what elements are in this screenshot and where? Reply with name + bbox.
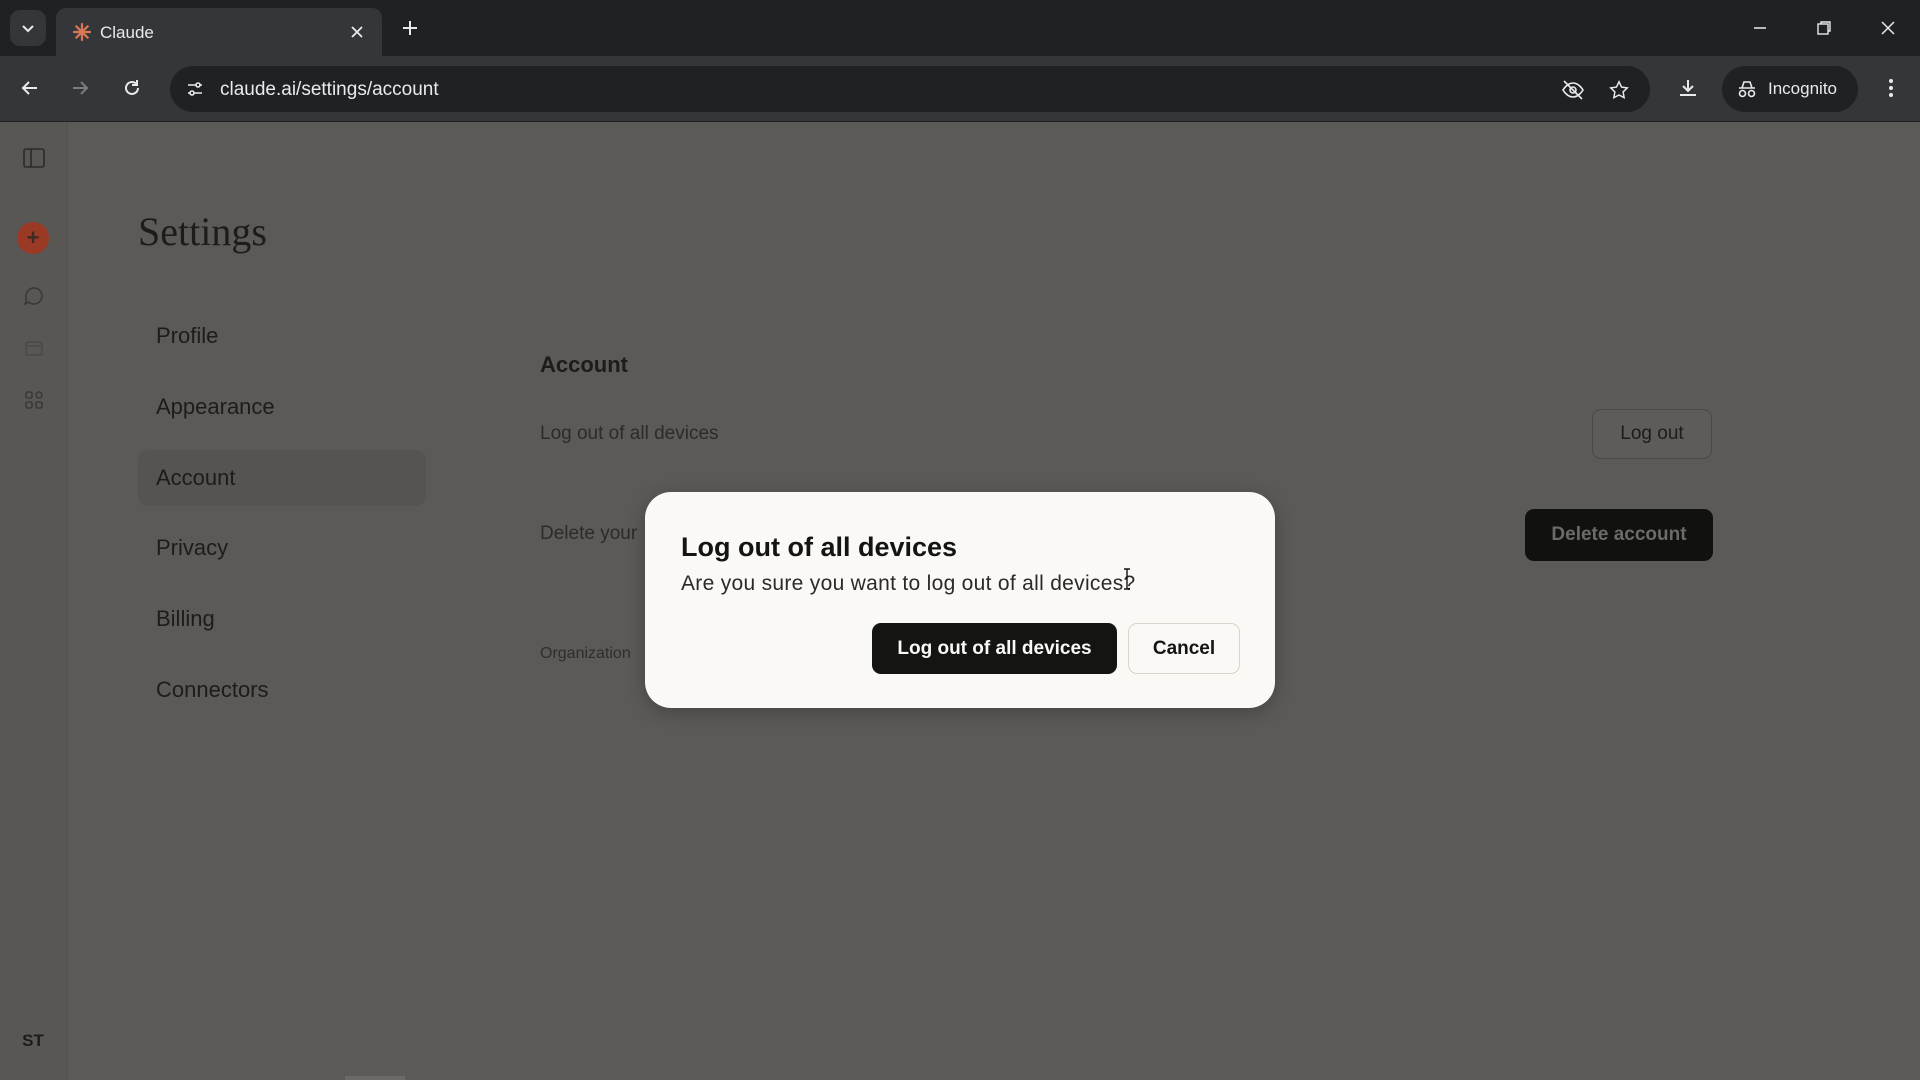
download-icon <box>1680 80 1696 96</box>
minimize-button[interactable] <box>1740 10 1780 46</box>
projects-button[interactable] <box>18 332 50 364</box>
forward-button[interactable] <box>62 70 98 106</box>
nav-item-billing[interactable]: Billing <box>138 591 426 647</box>
section-title: Account <box>540 352 628 377</box>
nav-item-account[interactable]: Account <box>138 450 426 506</box>
site-info-button[interactable] <box>180 74 210 104</box>
nav-item-connectors[interactable]: Connectors <box>138 662 426 718</box>
close-icon <box>1881 21 1895 35</box>
nav-item-profile[interactable]: Profile <box>138 308 426 364</box>
confirm-logout-all-button[interactable]: Log out of all devices <box>872 623 1117 674</box>
star-icon <box>1609 80 1629 99</box>
reload-icon <box>125 80 139 95</box>
new-chat-button[interactable]: + <box>17 222 49 254</box>
downloads-button[interactable] <box>1670 70 1706 106</box>
address-bar[interactable]: claude.ai/settings/account <box>170 66 1650 112</box>
logout-all-label: Log out of all devices <box>540 423 719 444</box>
artifacts-button[interactable] <box>18 384 50 416</box>
arrow-left-icon <box>21 81 37 95</box>
minimize-icon <box>1754 27 1766 29</box>
arrow-right-icon <box>73 81 89 95</box>
chat-icon <box>23 287 43 306</box>
delete-account-label: Delete your <box>540 523 638 544</box>
tab-close-button[interactable] <box>346 21 368 43</box>
chevron-down-icon <box>22 25 34 33</box>
text-cursor-icon <box>1124 568 1130 590</box>
delete-account-button[interactable]: Delete account <box>1525 509 1713 561</box>
sidebar-icon <box>23 148 45 168</box>
bookmark-button[interactable] <box>1604 75 1634 105</box>
organization-label: Organization <box>540 645 631 662</box>
browser-tab-bar: Claude <box>0 0 1920 56</box>
reload-button[interactable] <box>114 70 150 106</box>
window-close-button[interactable] <box>1868 10 1908 46</box>
folder-icon <box>25 341 43 356</box>
back-button[interactable] <box>12 70 48 106</box>
browser-toolbar: claude.ai/settings/account Incognito <box>0 56 1920 122</box>
more-vertical-icon <box>1889 79 1893 97</box>
grid-icon <box>25 391 43 409</box>
incognito-icon <box>1738 81 1756 98</box>
nav-item-appearance[interactable]: Appearance <box>138 379 426 435</box>
plus-icon <box>403 21 417 35</box>
sidebar-rail: + ST <box>0 122 68 1080</box>
tab-title: Claude <box>100 23 154 42</box>
close-icon <box>351 26 363 38</box>
scrollbar[interactable] <box>345 1076 405 1080</box>
dialog-title: Log out of all devices <box>681 532 958 562</box>
dialog-message: Are you sure you want to log out of all … <box>681 572 1136 595</box>
confirm-dialog: Log out of all devices Are you sure you … <box>645 492 1275 708</box>
page-title: Settings <box>138 209 267 254</box>
browser-menu-button[interactable] <box>1873 70 1909 106</box>
url-text[interactable]: claude.ai/settings/account <box>220 79 439 101</box>
cancel-button[interactable]: Cancel <box>1128 623 1240 674</box>
restore-button[interactable] <box>1804 10 1844 46</box>
tab-search-button[interactable] <box>10 10 46 46</box>
avatar[interactable]: ST <box>14 1022 52 1060</box>
incognito-label: Incognito <box>1768 79 1837 98</box>
tune-icon <box>188 82 202 96</box>
chats-button[interactable] <box>18 280 50 312</box>
screen: Claude claude.ai/settings/account Incogn… <box>0 0 1920 1080</box>
tracking-protection-button[interactable] <box>1558 75 1588 105</box>
eye-off-icon <box>1562 80 1584 100</box>
logout-button[interactable]: Log out <box>1592 409 1712 459</box>
toggle-sidebar-button[interactable] <box>18 142 50 174</box>
claude-logo-icon <box>72 22 92 42</box>
incognito-badge[interactable]: Incognito <box>1722 66 1858 112</box>
plus-icon: + <box>26 225 40 250</box>
restore-icon <box>1817 21 1831 35</box>
browser-tab[interactable]: Claude <box>56 8 382 56</box>
new-tab-button[interactable] <box>396 14 424 42</box>
nav-item-privacy[interactable]: Privacy <box>138 520 426 576</box>
